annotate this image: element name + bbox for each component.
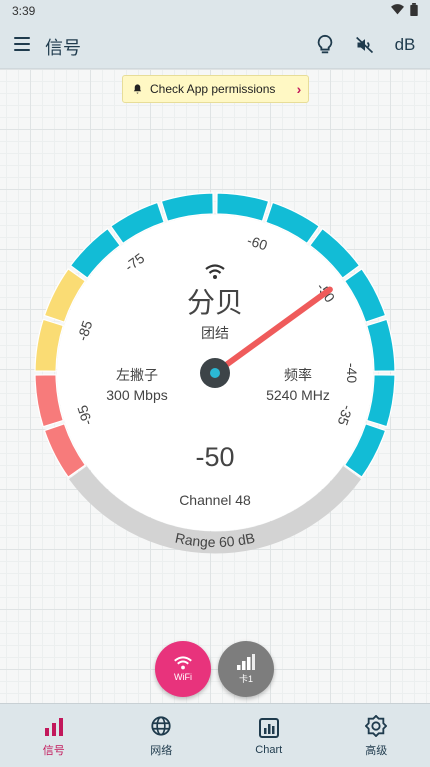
left-label: 左撇子	[116, 367, 158, 383]
sim-mode-label: 卡1	[239, 672, 253, 685]
tick-label: -40	[344, 363, 360, 383]
right-value: 5240 MHz	[266, 387, 330, 403]
bottom-navigation: 信号 网络 Chart 高级	[0, 703, 430, 767]
right-label: 频率	[284, 367, 312, 383]
signal-gauge: Range 60 dB -95-85-75-60-50-40-35 分贝 团结 …	[0, 0, 430, 766]
nav-network-label: 网络	[150, 742, 172, 758]
advanced-settings-icon	[365, 714, 387, 738]
network-name: 团结	[201, 325, 229, 341]
nav-network[interactable]: 网络	[108, 704, 216, 767]
signal-bars-icon	[44, 714, 64, 738]
wifi-mode-label: WiFi	[174, 672, 192, 682]
unit-title: 分贝	[187, 287, 243, 318]
chart-icon	[259, 716, 279, 740]
left-value: 300 Mbps	[106, 387, 167, 403]
cellular-bars-icon	[237, 654, 255, 670]
wifi-icon	[174, 656, 192, 670]
nav-signal-label: 信号	[43, 742, 65, 758]
nav-advanced-label: 高级	[365, 742, 387, 758]
wifi-mode-button[interactable]: WiFi	[155, 641, 211, 697]
globe-icon	[150, 714, 172, 738]
nav-chart[interactable]: Chart	[215, 704, 323, 767]
sim-mode-button[interactable]: 卡1	[218, 641, 274, 697]
channel-label: Channel 48	[179, 492, 251, 508]
needle-hub-center	[210, 368, 220, 378]
nav-signal[interactable]: 信号	[0, 704, 108, 767]
nav-chart-label: Chart	[255, 744, 282, 756]
signal-reading: -50	[195, 442, 234, 472]
nav-advanced[interactable]: 高级	[323, 704, 430, 767]
